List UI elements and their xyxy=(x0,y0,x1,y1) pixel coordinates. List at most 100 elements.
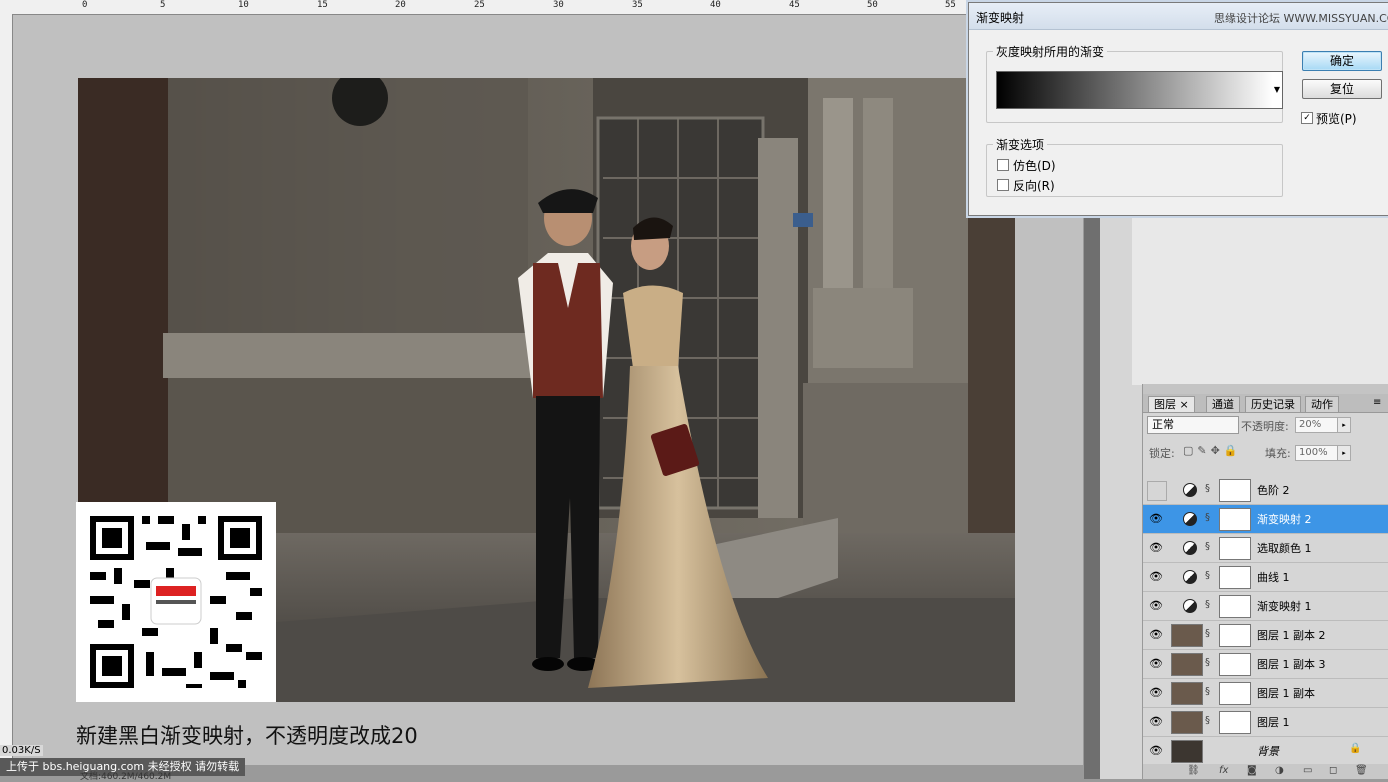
layer-thumbnail[interactable] xyxy=(1171,624,1203,647)
layer-list: § 色阶 2 👁 § 渐变映射 2 👁 § 选取颜色 1 👁 § 曲线 1 👁 § 渐变映射 1 👁 § 图层 … xyxy=(1143,476,1388,766)
tab-actions[interactable]: 动作 xyxy=(1305,396,1339,412)
ruler-number: 0 xyxy=(82,0,88,10)
layer-row[interactable]: 👁 § 图层 1 副本 3 xyxy=(1143,650,1388,679)
ruler-number: 55 xyxy=(945,0,956,10)
dialog-title: 渐变映射 xyxy=(976,11,1025,25)
eye-icon[interactable]: 👁 xyxy=(1147,684,1165,702)
top-ruler[interactable]: 0 5 10 15 20 25 30 35 40 45 50 55 xyxy=(0,0,1100,15)
options-group-label: 渐变选项 xyxy=(993,136,1048,153)
mask-link-icon[interactable]: § xyxy=(1205,599,1210,610)
fill-field[interactable]: 100% xyxy=(1295,445,1338,461)
ruler-number: 30 xyxy=(553,0,564,10)
layer-thumbnail[interactable] xyxy=(1171,653,1203,676)
mask-link-icon[interactable]: § xyxy=(1205,512,1210,523)
reverse-label: 反向(R) xyxy=(1013,179,1055,193)
trash-icon[interactable]: 🗑 xyxy=(1355,765,1368,776)
reset-button[interactable]: 复位 xyxy=(1302,79,1382,99)
layer-name: 曲线 1 xyxy=(1257,571,1290,584)
mask-icon[interactable]: ◙ xyxy=(1247,765,1257,776)
eye-icon[interactable]: 👁 xyxy=(1147,597,1165,615)
panel-tabs: 图层 × 通道 历史记录 动作 ≡ xyxy=(1143,394,1388,413)
layer-mask-thumbnail[interactable] xyxy=(1219,624,1251,647)
layer-thumbnail[interactable] xyxy=(1171,682,1203,705)
layer-row[interactable]: 👁 背景 🔒 xyxy=(1143,737,1388,766)
mask-link-icon[interactable]: § xyxy=(1205,686,1210,697)
layer-mask-thumbnail[interactable] xyxy=(1219,682,1251,705)
eye-icon[interactable] xyxy=(1147,481,1167,501)
site-watermark: 思缘设计论坛 WWW.MISSYUAN.COM xyxy=(1214,12,1388,25)
tab-layers[interactable]: 图层 × xyxy=(1148,396,1195,412)
layer-mask-thumbnail[interactable] xyxy=(1219,508,1251,531)
layer-row[interactable]: 👁 § 图层 1 xyxy=(1143,708,1388,737)
layer-mask-thumbnail[interactable] xyxy=(1219,595,1251,618)
ruler-number: 50 xyxy=(867,0,878,10)
gradient-group-label: 灰度映射所用的渐变 xyxy=(993,43,1108,60)
left-ruler[interactable] xyxy=(0,14,13,759)
opacity-arrow-icon[interactable]: ▸ xyxy=(1337,417,1351,433)
mask-link-icon[interactable]: § xyxy=(1205,715,1210,726)
eye-icon[interactable]: 👁 xyxy=(1147,713,1165,731)
layer-thumbnail[interactable] xyxy=(1171,711,1203,734)
panel-dock-area xyxy=(1132,215,1388,385)
preview-checkbox[interactable]: ✓ xyxy=(1301,112,1313,124)
layer-row[interactable]: 👁 § 渐变映射 2 xyxy=(1143,505,1388,534)
mask-link-icon[interactable]: § xyxy=(1205,483,1210,494)
opacity-field[interactable]: 20% xyxy=(1295,417,1338,433)
layer-row[interactable]: 👁 § 图层 1 副本 2 xyxy=(1143,621,1388,650)
mask-link-icon[interactable]: § xyxy=(1205,628,1210,639)
layer-name: 图层 1 副本 3 xyxy=(1257,658,1326,671)
eye-icon[interactable]: 👁 xyxy=(1147,626,1165,644)
fx-icon[interactable]: fx xyxy=(1219,765,1228,776)
mask-link-icon[interactable]: § xyxy=(1205,541,1210,552)
opacity-label: 不透明度: xyxy=(1241,420,1289,433)
tab-channels[interactable]: 通道 xyxy=(1206,396,1240,412)
layer-row[interactable]: 👁 § 图层 1 副本 xyxy=(1143,679,1388,708)
gradient-preview[interactable] xyxy=(996,71,1274,109)
gradient-dropdown-arrow[interactable]: ▼ xyxy=(1272,71,1283,109)
lock-icons[interactable]: ▢✎✥🔒 xyxy=(1183,444,1242,457)
eye-icon[interactable]: 👁 xyxy=(1147,539,1165,557)
reverse-checkbox[interactable] xyxy=(997,179,1009,191)
layer-name: 图层 1 副本 2 xyxy=(1257,629,1326,642)
layer-name: 背景 xyxy=(1257,745,1279,758)
layers-footer: ⛓ fx ◙ ◑ ▭ ◻ 🗑 xyxy=(1143,764,1388,779)
blend-mode-select[interactable]: 正常 xyxy=(1147,416,1239,434)
panel-grip[interactable] xyxy=(1143,384,1388,394)
adjustment-layer-icon xyxy=(1183,541,1197,555)
layer-mask-thumbnail[interactable] xyxy=(1219,537,1251,560)
eye-icon[interactable]: 👁 xyxy=(1147,568,1165,586)
eye-icon[interactable]: 👁 xyxy=(1147,655,1165,673)
preview-label: 预览(P) xyxy=(1316,112,1357,126)
layer-mask-thumbnail[interactable] xyxy=(1219,479,1251,502)
layer-name: 渐变映射 1 xyxy=(1257,600,1312,613)
fill-label: 填充: xyxy=(1265,447,1291,460)
dither-checkbox[interactable] xyxy=(997,159,1009,171)
fill-arrow-icon[interactable]: ▸ xyxy=(1337,445,1351,461)
mask-link-icon[interactable]: § xyxy=(1205,570,1210,581)
layer-row[interactable]: 👁 § 选取颜色 1 xyxy=(1143,534,1388,563)
ruler-number: 35 xyxy=(632,0,643,10)
mask-link-icon[interactable]: § xyxy=(1205,657,1210,668)
panel-menu-icon[interactable]: ≡ xyxy=(1373,397,1381,408)
layer-thumbnail[interactable] xyxy=(1171,740,1203,763)
adjustment-layer-icon xyxy=(1183,599,1197,613)
layer-mask-thumbnail[interactable] xyxy=(1219,653,1251,676)
eye-icon[interactable]: 👁 xyxy=(1147,510,1165,528)
layer-row[interactable]: § 色阶 2 xyxy=(1143,476,1388,505)
layer-mask-thumbnail[interactable] xyxy=(1219,566,1251,589)
eye-icon[interactable]: 👁 xyxy=(1147,742,1165,760)
adjustment-icon[interactable]: ◑ xyxy=(1275,765,1284,776)
ruler-number: 15 xyxy=(317,0,328,10)
link-icon[interactable]: ⛓ xyxy=(1187,765,1200,776)
layer-row[interactable]: 👁 § 渐变映射 1 xyxy=(1143,592,1388,621)
adjustment-layer-icon xyxy=(1183,570,1197,584)
layer-row[interactable]: 👁 § 曲线 1 xyxy=(1143,563,1388,592)
folder-icon[interactable]: ▭ xyxy=(1303,765,1312,776)
ok-button[interactable]: 确定 xyxy=(1302,51,1382,71)
dialog-titlebar[interactable]: 渐变映射 思缘设计论坛 WWW.MISSYUAN.COM xyxy=(969,3,1388,30)
layer-mask-thumbnail[interactable] xyxy=(1219,711,1251,734)
dither-label: 仿色(D) xyxy=(1013,159,1056,173)
layers-panel: 图层 × 通道 历史记录 动作 ≡ 正常 不透明度: 20% ▸ 锁定: ▢✎✥… xyxy=(1142,384,1388,779)
tab-history[interactable]: 历史记录 xyxy=(1245,396,1301,412)
new-layer-icon[interactable]: ◻ xyxy=(1329,765,1337,776)
